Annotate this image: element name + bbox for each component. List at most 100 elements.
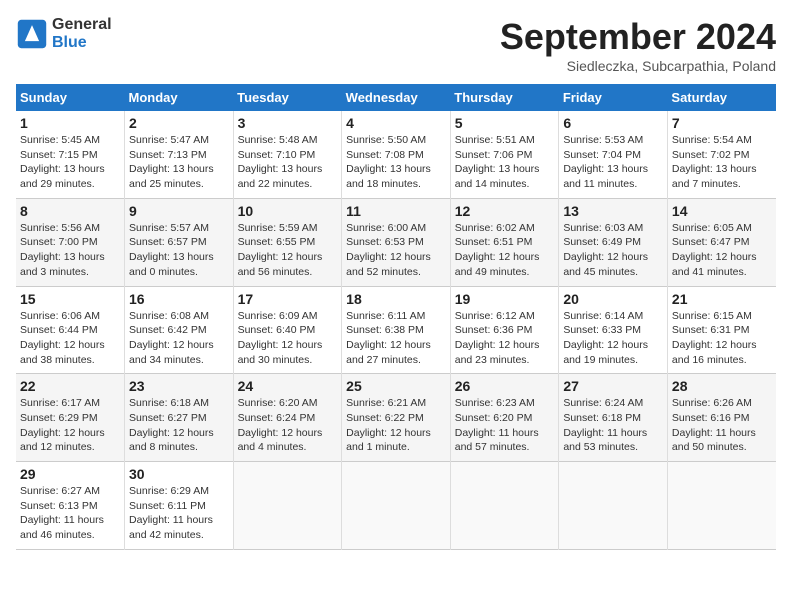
day-info: Sunrise: 6:09 AMSunset: 6:40 PMDaylight:… (238, 309, 338, 368)
day-number: 20 (563, 291, 663, 307)
calendar-day-cell: 9 Sunrise: 5:57 AMSunset: 6:57 PMDayligh… (125, 198, 234, 286)
day-number: 1 (20, 115, 120, 131)
generalblue-logo-icon (16, 18, 48, 50)
day-number: 2 (129, 115, 229, 131)
calendar-day-cell: 13 Sunrise: 6:03 AMSunset: 6:49 PMDaylig… (559, 198, 668, 286)
day-number: 11 (346, 203, 446, 219)
calendar-day-cell: 4 Sunrise: 5:50 AMSunset: 7:08 PMDayligh… (342, 111, 451, 198)
day-info: Sunrise: 6:26 AMSunset: 6:16 PMDaylight:… (672, 396, 772, 455)
day-info: Sunrise: 6:18 AMSunset: 6:27 PMDaylight:… (129, 396, 229, 455)
day-info: Sunrise: 5:45 AMSunset: 7:15 PMDaylight:… (20, 133, 120, 192)
header-friday: Friday (559, 84, 668, 111)
day-number: 22 (20, 378, 120, 394)
calendar-week-row: 29 Sunrise: 6:27 AMSunset: 6:13 PMDaylig… (16, 462, 776, 550)
day-number: 23 (129, 378, 229, 394)
header-saturday: Saturday (667, 84, 776, 111)
day-number: 24 (238, 378, 338, 394)
calendar-day-cell: 27 Sunrise: 6:24 AMSunset: 6:18 PMDaylig… (559, 374, 668, 462)
day-info: Sunrise: 6:03 AMSunset: 6:49 PMDaylight:… (563, 221, 663, 280)
calendar-day-cell: 18 Sunrise: 6:11 AMSunset: 6:38 PMDaylig… (342, 286, 451, 374)
calendar-day-cell (559, 462, 668, 550)
calendar-day-cell: 20 Sunrise: 6:14 AMSunset: 6:33 PMDaylig… (559, 286, 668, 374)
calendar-day-cell: 30 Sunrise: 6:29 AMSunset: 6:11 PMDaylig… (125, 462, 234, 550)
calendar-table: Sunday Monday Tuesday Wednesday Thursday… (16, 84, 776, 550)
day-info: Sunrise: 6:12 AMSunset: 6:36 PMDaylight:… (455, 309, 555, 368)
day-number: 26 (455, 378, 555, 394)
day-number: 14 (672, 203, 772, 219)
day-number: 28 (672, 378, 772, 394)
calendar-week-row: 8 Sunrise: 5:56 AMSunset: 7:00 PMDayligh… (16, 198, 776, 286)
day-number: 29 (20, 466, 120, 482)
day-number: 8 (20, 203, 120, 219)
calendar-day-cell: 25 Sunrise: 6:21 AMSunset: 6:22 PMDaylig… (342, 374, 451, 462)
day-info: Sunrise: 6:15 AMSunset: 6:31 PMDaylight:… (672, 309, 772, 368)
month-year-title: September 2024 (500, 16, 776, 58)
day-info: Sunrise: 5:51 AMSunset: 7:06 PMDaylight:… (455, 133, 555, 192)
day-number: 4 (346, 115, 446, 131)
header-thursday: Thursday (450, 84, 559, 111)
calendar-week-row: 22 Sunrise: 6:17 AMSunset: 6:29 PMDaylig… (16, 374, 776, 462)
header-tuesday: Tuesday (233, 84, 342, 111)
calendar-day-cell: 1 Sunrise: 5:45 AMSunset: 7:15 PMDayligh… (16, 111, 125, 198)
calendar-day-cell: 12 Sunrise: 6:02 AMSunset: 6:51 PMDaylig… (450, 198, 559, 286)
calendar-day-cell: 6 Sunrise: 5:53 AMSunset: 7:04 PMDayligh… (559, 111, 668, 198)
calendar-day-cell: 10 Sunrise: 5:59 AMSunset: 6:55 PMDaylig… (233, 198, 342, 286)
day-info: Sunrise: 6:21 AMSunset: 6:22 PMDaylight:… (346, 396, 446, 455)
calendar-day-cell (450, 462, 559, 550)
header-wednesday: Wednesday (342, 84, 451, 111)
calendar-day-cell: 19 Sunrise: 6:12 AMSunset: 6:36 PMDaylig… (450, 286, 559, 374)
page-header: General Blue September 2024 Siedleczka, … (16, 16, 776, 74)
day-info: Sunrise: 6:17 AMSunset: 6:29 PMDaylight:… (20, 396, 120, 455)
day-number: 13 (563, 203, 663, 219)
day-number: 27 (563, 378, 663, 394)
calendar-week-row: 15 Sunrise: 6:06 AMSunset: 6:44 PMDaylig… (16, 286, 776, 374)
day-info: Sunrise: 6:00 AMSunset: 6:53 PMDaylight:… (346, 221, 446, 280)
day-info: Sunrise: 5:53 AMSunset: 7:04 PMDaylight:… (563, 133, 663, 192)
day-number: 16 (129, 291, 229, 307)
day-number: 5 (455, 115, 555, 131)
day-info: Sunrise: 6:02 AMSunset: 6:51 PMDaylight:… (455, 221, 555, 280)
logo-general-text: General (52, 16, 112, 34)
calendar-day-cell (233, 462, 342, 550)
day-info: Sunrise: 6:08 AMSunset: 6:42 PMDaylight:… (129, 309, 229, 368)
day-info: Sunrise: 6:20 AMSunset: 6:24 PMDaylight:… (238, 396, 338, 455)
day-info: Sunrise: 5:59 AMSunset: 6:55 PMDaylight:… (238, 221, 338, 280)
calendar-day-cell: 28 Sunrise: 6:26 AMSunset: 6:16 PMDaylig… (667, 374, 776, 462)
calendar-day-cell: 22 Sunrise: 6:17 AMSunset: 6:29 PMDaylig… (16, 374, 125, 462)
calendar-day-cell: 17 Sunrise: 6:09 AMSunset: 6:40 PMDaylig… (233, 286, 342, 374)
calendar-day-cell: 2 Sunrise: 5:47 AMSunset: 7:13 PMDayligh… (125, 111, 234, 198)
day-number: 19 (455, 291, 555, 307)
day-number: 3 (238, 115, 338, 131)
calendar-day-cell: 5 Sunrise: 5:51 AMSunset: 7:06 PMDayligh… (450, 111, 559, 198)
day-number: 10 (238, 203, 338, 219)
day-info: Sunrise: 6:06 AMSunset: 6:44 PMDaylight:… (20, 309, 120, 368)
day-info: Sunrise: 5:47 AMSunset: 7:13 PMDaylight:… (129, 133, 229, 192)
calendar-day-cell: 24 Sunrise: 6:20 AMSunset: 6:24 PMDaylig… (233, 374, 342, 462)
day-info: Sunrise: 6:23 AMSunset: 6:20 PMDaylight:… (455, 396, 555, 455)
day-number: 30 (129, 466, 229, 482)
day-number: 15 (20, 291, 120, 307)
day-info: Sunrise: 5:48 AMSunset: 7:10 PMDaylight:… (238, 133, 338, 192)
title-block: September 2024 Siedleczka, Subcarpathia,… (500, 16, 776, 74)
day-number: 25 (346, 378, 446, 394)
day-info: Sunrise: 6:14 AMSunset: 6:33 PMDaylight:… (563, 309, 663, 368)
day-number: 6 (563, 115, 663, 131)
day-info: Sunrise: 6:11 AMSunset: 6:38 PMDaylight:… (346, 309, 446, 368)
logo: General Blue (16, 16, 112, 51)
calendar-day-cell: 14 Sunrise: 6:05 AMSunset: 6:47 PMDaylig… (667, 198, 776, 286)
header-sunday: Sunday (16, 84, 125, 111)
logo-blue-text: Blue (52, 34, 112, 52)
day-info: Sunrise: 5:54 AMSunset: 7:02 PMDaylight:… (672, 133, 772, 192)
day-info: Sunrise: 5:57 AMSunset: 6:57 PMDaylight:… (129, 221, 229, 280)
day-number: 18 (346, 291, 446, 307)
day-info: Sunrise: 5:50 AMSunset: 7:08 PMDaylight:… (346, 133, 446, 192)
calendar-day-cell: 11 Sunrise: 6:00 AMSunset: 6:53 PMDaylig… (342, 198, 451, 286)
day-info: Sunrise: 6:27 AMSunset: 6:13 PMDaylight:… (20, 484, 120, 543)
day-number: 7 (672, 115, 772, 131)
calendar-day-cell: 15 Sunrise: 6:06 AMSunset: 6:44 PMDaylig… (16, 286, 125, 374)
day-number: 21 (672, 291, 772, 307)
calendar-day-cell: 3 Sunrise: 5:48 AMSunset: 7:10 PMDayligh… (233, 111, 342, 198)
calendar-week-row: 1 Sunrise: 5:45 AMSunset: 7:15 PMDayligh… (16, 111, 776, 198)
calendar-day-cell: 23 Sunrise: 6:18 AMSunset: 6:27 PMDaylig… (125, 374, 234, 462)
day-number: 12 (455, 203, 555, 219)
